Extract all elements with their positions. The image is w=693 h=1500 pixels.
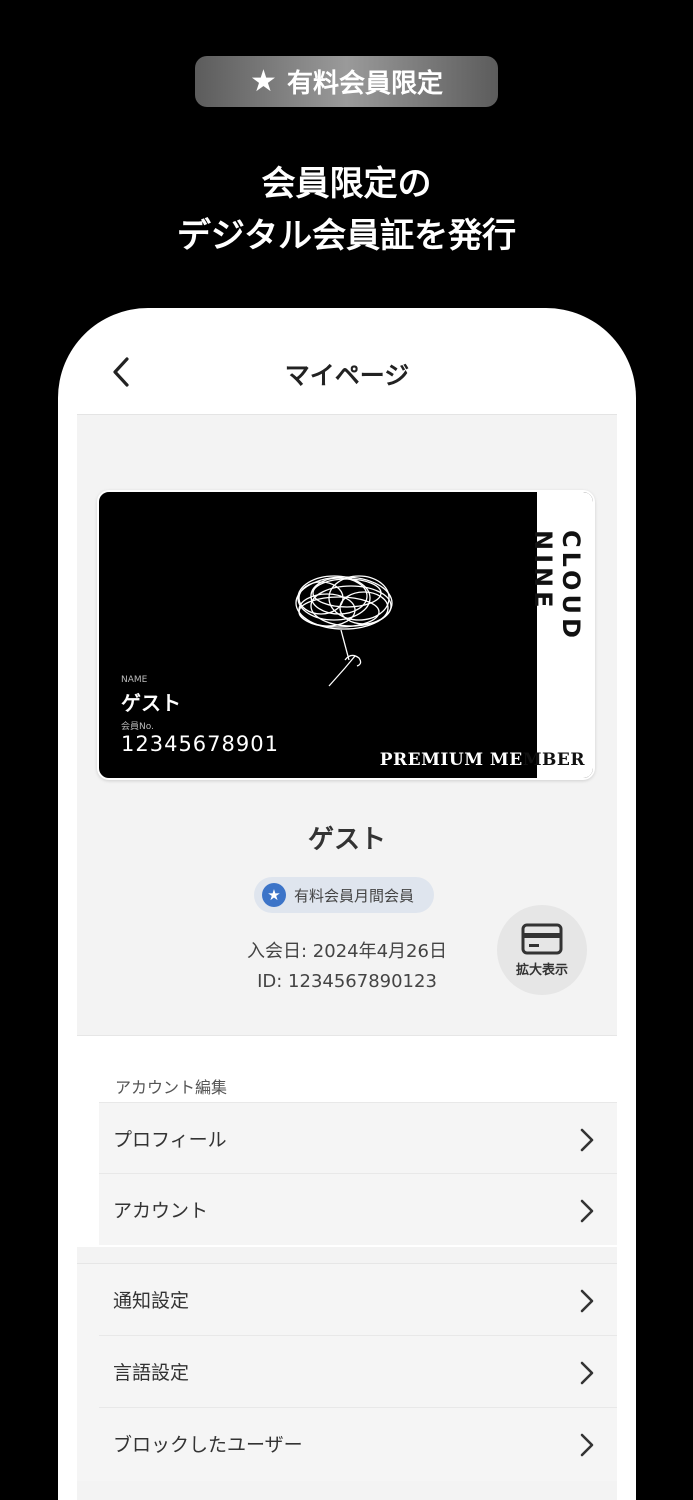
member-card[interactable]: CLOUD NINE NAME ゲスト 会員No. 12345678901 PR… — [97, 490, 595, 780]
star-icon: ★ — [250, 63, 277, 99]
menu-item-notification-settings[interactable]: 通知設定 — [99, 1264, 617, 1336]
menu-item-label: アカウント — [113, 1200, 209, 1222]
chevron-right-icon — [580, 1199, 594, 1223]
chevron-right-icon — [580, 1289, 594, 1313]
card-tier-part2: MBER — [522, 750, 585, 770]
card-tier: PREMIUM MEMBER — [380, 750, 585, 770]
promo-headline: 会員限定の デジタル会員証を発行 — [0, 158, 693, 262]
mypage-content: CLOUD NINE NAME ゲスト 会員No. 12345678901 PR… — [77, 414, 617, 1500]
menu-item-blocked-users[interactable]: ブロックしたユーザー — [99, 1407, 617, 1479]
headline-line-2: デジタル会員証を発行 — [176, 216, 517, 256]
account-section: アカウント編集 プロフィール アカウント — [77, 1035, 617, 1247]
phone-frame: マイページ CLOUD NINE NAME ゲスト 会員No. 12345678… — [58, 308, 636, 1500]
star-icon: ★ — [262, 883, 286, 907]
page-title: マイページ — [284, 361, 410, 390]
menu-item-label: ブロックしたユーザー — [113, 1434, 303, 1456]
card-brand: CLOUD NINE — [529, 530, 585, 642]
plan-label: 有料会員月間会員 — [294, 886, 415, 905]
menu-item-account[interactable]: アカウント — [99, 1173, 617, 1245]
headline-line-1: 会員限定の — [261, 164, 432, 204]
menu-item-label: 通知設定 — [113, 1290, 190, 1312]
members-only-badge: ★ 有料会員限定 — [195, 56, 498, 107]
cloud-logo-icon — [295, 575, 393, 687]
section-divider — [77, 1247, 617, 1263]
settings-section: 通知設定 言語設定 ブロックしたユーザー — [77, 1263, 617, 1481]
card-tier-part1: PREMIUM ME — [379, 750, 523, 770]
chevron-right-icon — [580, 1433, 594, 1457]
user-name: ゲスト — [307, 825, 386, 855]
plan-badge: ★ 有料会員月間会員 — [254, 877, 434, 913]
chevron-right-icon — [580, 1361, 594, 1385]
section-title: アカウント編集 — [115, 1078, 228, 1097]
credit-card-icon — [521, 923, 563, 954]
menu-item-label: 言語設定 — [113, 1362, 190, 1384]
nav-bar: マイページ — [58, 308, 636, 414]
chevron-right-icon — [580, 1128, 594, 1152]
expand-card-button[interactable]: 拡大表示 — [497, 905, 587, 995]
menu-item-label: プロフィール — [113, 1129, 227, 1151]
menu-item-language-settings[interactable]: 言語設定 — [99, 1335, 617, 1407]
menu-item-profile[interactable]: プロフィール — [99, 1102, 617, 1174]
members-only-label: 有料会員限定 — [286, 69, 443, 99]
expand-label: 拡大表示 — [515, 962, 568, 978]
card-name-label: NAME — [121, 675, 148, 685]
card-number-label: 会員No. — [121, 722, 154, 732]
card-member-number: 12345678901 — [121, 732, 279, 756]
card-member-name: ゲスト — [121, 691, 181, 715]
